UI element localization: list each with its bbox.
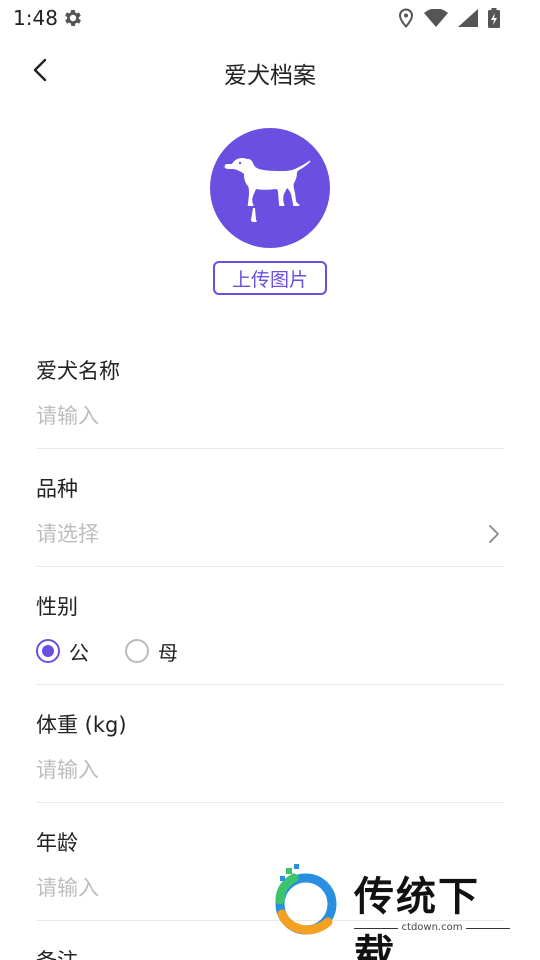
breed-select-placeholder: 请选择: [36, 522, 99, 546]
breed-label: 品种: [36, 477, 78, 501]
ctdown-logo-icon: [275, 864, 337, 935]
radio-checked-icon: [36, 639, 60, 663]
status-time: 1:48: [13, 6, 58, 30]
dog-icon: [224, 158, 311, 222]
gender-option-male[interactable]: 公: [36, 636, 89, 666]
watermark-url: ctdown.com: [397, 922, 467, 933]
notes-label: 备注: [36, 946, 78, 960]
gender-label: 性别: [36, 595, 78, 619]
watermark-logo: 传统下载 ctdown.com: [268, 862, 518, 960]
gender-option-female[interactable]: 母: [125, 636, 178, 666]
battery-charging-icon: [488, 8, 500, 28]
status-icons: [398, 7, 500, 29]
location-icon: [398, 8, 414, 28]
pet-avatar[interactable]: [210, 128, 330, 248]
field-gender: 性别 公 母: [36, 592, 504, 685]
status-bar: 1:48: [0, 0, 540, 36]
page-title: 爱犬档案: [224, 63, 316, 89]
field-pet-name: 爱犬名称: [36, 356, 504, 449]
weight-input[interactable]: [36, 754, 476, 786]
radio-unchecked-icon: [125, 639, 149, 663]
chevron-right-icon: [489, 525, 499, 543]
wifi-icon: [424, 9, 448, 27]
upload-image-button[interactable]: 上传图片: [213, 261, 327, 295]
watermark-url-wrap: ctdown.com: [354, 922, 510, 933]
gender-radio-group: 公 母: [36, 636, 178, 666]
gender-option-label: 母: [158, 640, 178, 665]
app-bar: 爱犬档案: [0, 44, 540, 96]
pet-name-input[interactable]: [36, 400, 476, 432]
gender-option-label: 公: [69, 640, 89, 665]
watermark-brand: 传统下载: [354, 874, 480, 960]
pet-name-label: 爱犬名称: [36, 359, 120, 383]
age-label: 年龄: [36, 831, 78, 855]
field-weight: 体重 (kg): [36, 710, 504, 803]
field-breed: 品种 请选择: [36, 474, 504, 567]
gear-icon: [65, 10, 81, 26]
signal-icon: [458, 9, 478, 27]
breed-select[interactable]: 请选择: [36, 518, 504, 550]
weight-label: 体重 (kg): [36, 713, 127, 737]
